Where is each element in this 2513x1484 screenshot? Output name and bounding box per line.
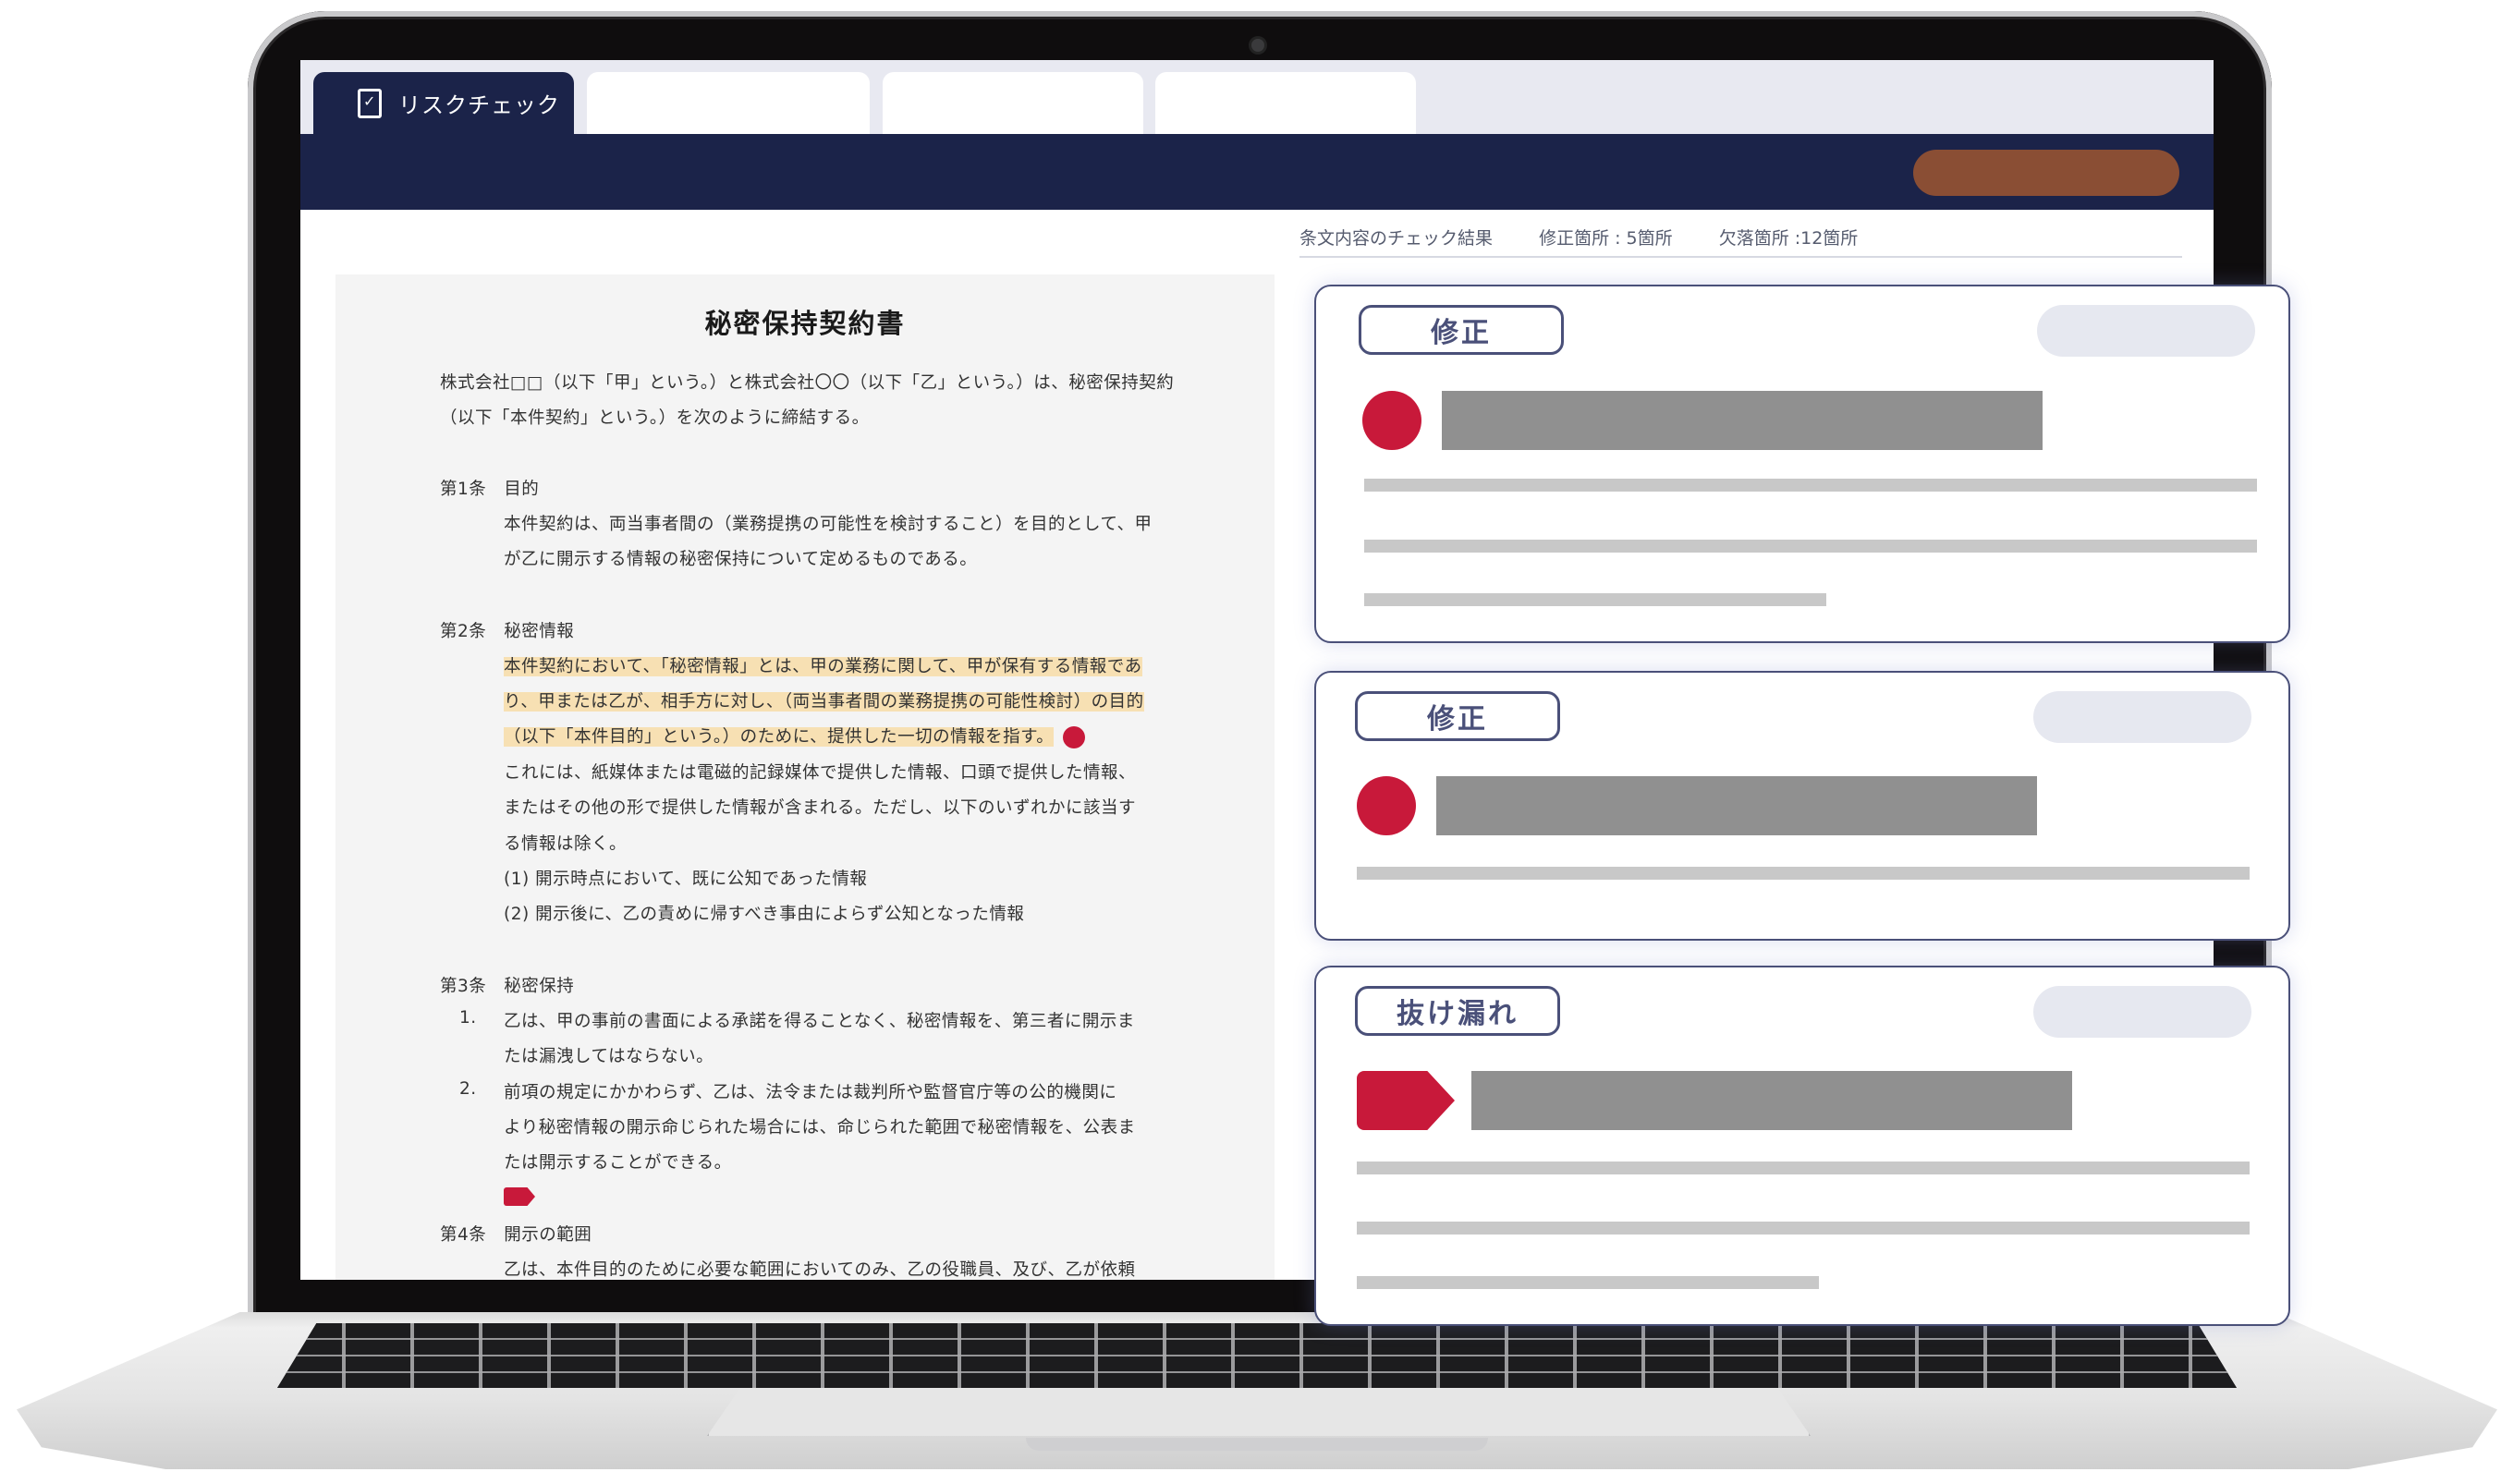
tab-2[interactable] <box>587 72 870 134</box>
article-heading: 第2条 秘密情報 <box>440 622 575 641</box>
doc-line: これには、紙媒体または電磁的記録媒体で提供した情報、口頭で提供した情報、 <box>504 763 1137 783</box>
card-text-placeholder <box>1357 867 2250 880</box>
trackpad <box>707 1388 1811 1436</box>
article-heading: 第3条 秘密保持 <box>440 977 575 996</box>
card-status-pill <box>2033 986 2251 1038</box>
card-heading-placeholder <box>1436 776 2037 835</box>
doc-line: (2) 開示後に、乙の責めに帰すべき事由によらず公知となった情報 <box>504 905 1025 924</box>
article-heading: 第4条 開示の範囲 <box>440 1225 592 1245</box>
contract-document: 秘密保持契約書 株式会社□□（以下「甲」という。）と株式会社〇〇（以下「乙」とい… <box>335 274 1275 1280</box>
keyboard-rows <box>277 1323 2237 1388</box>
list-number: 1. <box>459 1008 477 1028</box>
result-card[interactable]: 修正 <box>1314 671 2290 941</box>
missing-tag-icon <box>1357 1071 1455 1130</box>
document-check-icon <box>358 88 382 118</box>
results-summary: 条文内容のチェック結果 修正箇所 : 5箇所 欠落箇所 :12箇所 <box>1299 225 1898 249</box>
modified-count: 修正箇所 : 5箇所 <box>1539 228 1673 249</box>
card-text-placeholder <box>1357 1162 2250 1174</box>
issue-marker-icon[interactable] <box>1063 726 1086 748</box>
tab-risk-check[interactable]: リスクチェック <box>313 72 574 134</box>
doc-line: 乙は、本件目的のために必要な範囲においてのみ、乙の役職員、及び、乙が依頼 <box>504 1260 1136 1280</box>
card-status-pill <box>2033 691 2251 743</box>
results-title: 条文内容のチェック結果 <box>1299 228 1494 249</box>
highlighted-line: （以下「本件目的」という。）のために、提供した一切の情報を指す。 <box>504 724 1086 748</box>
base-notch <box>1026 1438 1488 1451</box>
doc-line: 乙は、甲の事前の書面による承諾を得ることなく、秘密情報を、第三者に開示ま <box>504 1012 1135 1031</box>
doc-line: 前項の規定にかかわらず、乙は、法令または裁判所や監督官庁等の公的機関に <box>504 1083 1117 1102</box>
doc-line: たは開示することができる。 <box>504 1153 732 1173</box>
card-heading-placeholder <box>1442 391 2043 450</box>
card-text-placeholder <box>1364 540 2257 553</box>
header-action-button[interactable] <box>1913 150 2179 196</box>
card-heading-placeholder <box>1471 1071 2072 1130</box>
doc-line: が乙に開示する情報の秘密保持について定めるものである。 <box>504 550 978 569</box>
doc-line: たは漏洩してはならない。 <box>504 1047 714 1066</box>
issue-dot-icon <box>1357 776 1416 835</box>
result-card[interactable]: 修正 <box>1314 285 2290 643</box>
doc-line: （以下「本件契約」という。）を次のように締結する。 <box>440 408 870 428</box>
highlighted-line: り、甲または乙が、相手方に対し、（両当事者間の業務提携の可能性検討）の目的 <box>504 692 1144 712</box>
header-bar <box>300 134 2214 210</box>
doc-line: (1) 開示時点において、既に公知であった情報 <box>504 870 868 889</box>
card-badge: 修正 <box>1359 305 1564 355</box>
document-title: 秘密保持契約書 <box>704 308 906 339</box>
doc-line: る情報は除く。 <box>504 834 628 854</box>
tab-4[interactable] <box>1155 72 1416 134</box>
card-text-placeholder <box>1357 1276 1819 1289</box>
card-badge: 抜け漏れ <box>1355 986 1560 1036</box>
card-status-pill <box>2037 305 2255 357</box>
article-heading: 第1条 目的 <box>440 480 540 499</box>
divider <box>1299 256 2182 258</box>
result-card[interactable]: 抜け漏れ <box>1314 966 2290 1326</box>
webcam <box>1251 39 1264 52</box>
tab-3[interactable] <box>883 72 1143 134</box>
doc-line: またはその他の形で提供した情報が含まれる。ただし、以下のいずれかに該当す <box>504 798 1137 818</box>
card-text-placeholder <box>1364 479 2257 492</box>
tab-bar: リスクチェック <box>300 60 2214 134</box>
doc-line: 本件契約は、両当事者間の（業務提携の可能性を検討すること）を目的として、甲 <box>504 515 1153 534</box>
missing-count: 欠落箇所 :12箇所 <box>1718 228 1859 249</box>
card-badge: 修正 <box>1355 691 1560 741</box>
tab-label: リスクチェック <box>398 92 560 118</box>
card-text-placeholder <box>1364 593 1826 606</box>
list-number: 2. <box>459 1079 477 1099</box>
missing-marker-icon[interactable] <box>504 1187 535 1206</box>
highlighted-line: 本件契約において、「秘密情報」とは、甲の業務に関して、甲が保有する情報であ <box>504 657 1142 676</box>
doc-line: より秘密情報の開示命じられた場合には、命じられた範囲で秘密情報を、公表ま <box>504 1118 1136 1137</box>
issue-dot-icon <box>1362 391 1421 450</box>
card-text-placeholder <box>1357 1222 2250 1235</box>
doc-line: 株式会社□□（以下「甲」という。）と株式会社〇〇（以下「乙」という。）は、秘密保… <box>440 373 1175 393</box>
